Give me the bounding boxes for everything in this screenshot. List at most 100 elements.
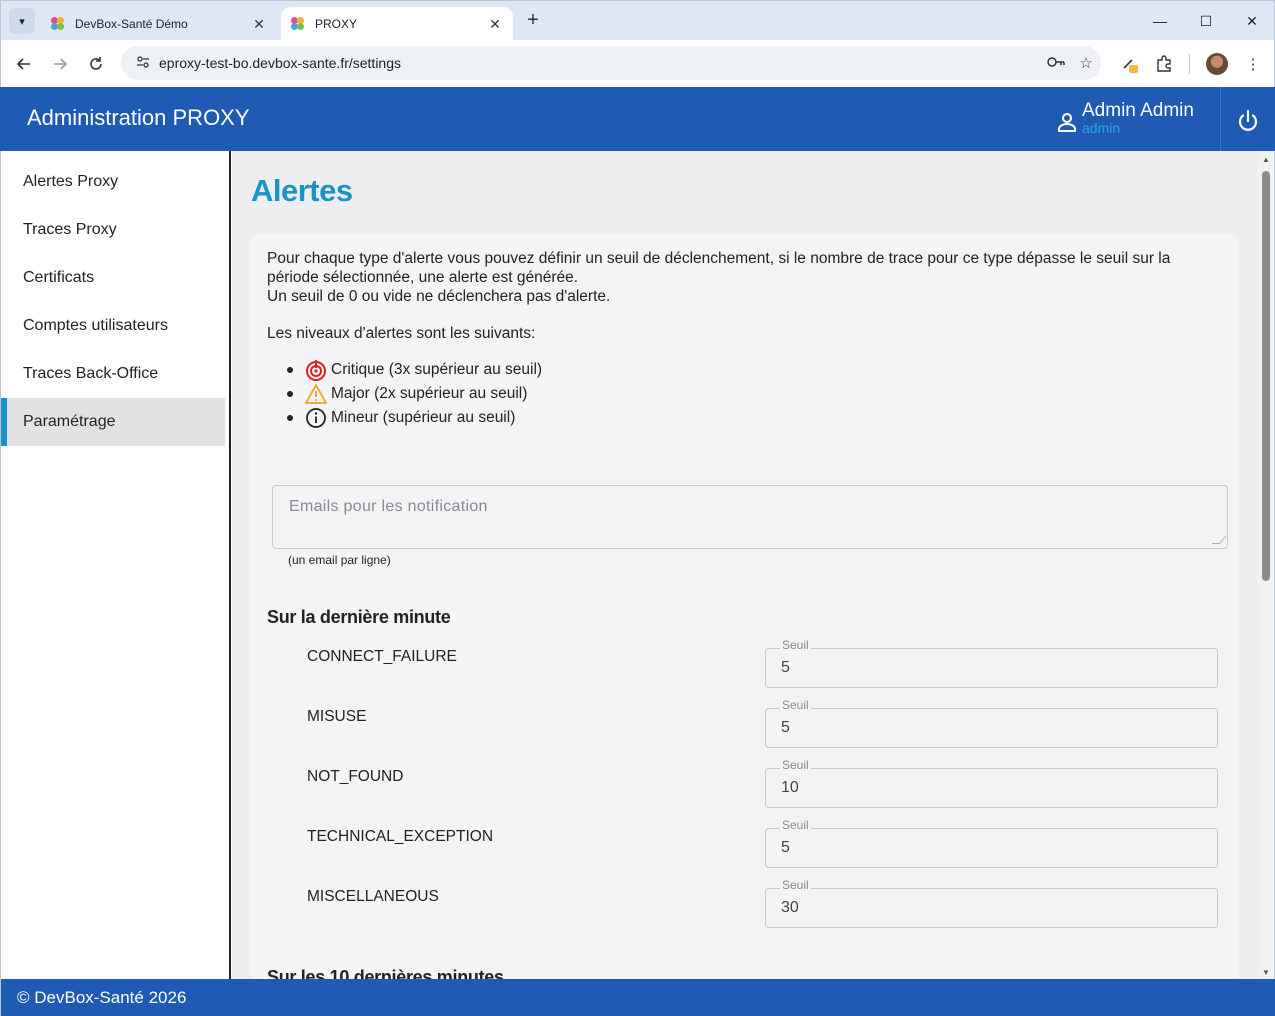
key-icon[interactable] <box>1041 55 1071 72</box>
bullet <box>287 367 293 373</box>
close-icon[interactable]: ✕ <box>487 16 503 33</box>
alert-levels-list: Critique (3x supérieur au seuil) Major (… <box>287 358 542 430</box>
seuil-caption: Seuil <box>780 878 811 892</box>
proxy-favicon-icon <box>291 17 305 31</box>
brush-icon[interactable] <box>1117 51 1143 77</box>
sidebar-item-certificats[interactable]: Certificats <box>1 254 225 302</box>
level-label: Critique (3x supérieur au seuil) <box>331 361 543 378</box>
intro-line: Un seuil de 0 ou vide ne déclenchera pas… <box>267 288 611 305</box>
sidebar-item-label: Traces Back-Office <box>23 365 159 382</box>
email-field-hint: (un email par ligne) <box>288 553 391 567</box>
footer-copyright: © DevBox-Santé 2026 <box>17 988 187 1007</box>
email-field-placeholder: Emails pour les notification <box>289 498 488 515</box>
seuil-caption: Seuil <box>780 758 811 772</box>
url-text[interactable]: eproxy-test-bo.devbox-sante.fr/settings <box>157 55 1041 71</box>
intro-text: Pour chaque type d'alerte vous pouvez dé… <box>267 249 1217 306</box>
puzzle-icon[interactable] <box>1151 51 1177 77</box>
section-title-last-10-minutes: Sur les 10 dernières minutes <box>267 967 504 979</box>
scroll-down-icon[interactable]: ▼ <box>1262 968 1270 977</box>
close-icon[interactable]: ✕ <box>251 16 267 33</box>
address-bar[interactable]: eproxy-test-bo.devbox-sante.fr/settings … <box>121 46 1101 80</box>
level-minor: Mineur (supérieur au seuil) <box>287 406 542 430</box>
intro-line: Pour chaque type d'alerte vous pouvez dé… <box>267 250 1171 286</box>
toolbar-divider <box>1189 54 1190 74</box>
bullet <box>287 391 293 397</box>
star-icon[interactable]: ☆ <box>1071 54 1101 72</box>
alert-type-label: TECHNICAL_EXCEPTION <box>307 828 494 845</box>
sidebar-item-parametrage[interactable]: Paramétrage <box>1 398 225 446</box>
chevron-down-icon[interactable]: ▾ <box>9 8 35 34</box>
browser-tab-bar: ▾ DevBox-Santé Démo ✕ PROXY ✕ + — ☐ ✕ <box>0 0 1275 41</box>
seuil-caption: Seuil <box>780 698 811 712</box>
sidebar-item-label: Alertes Proxy <box>23 173 119 190</box>
app-header: Administration PROXY Admin Admin admin <box>0 87 1275 151</box>
seuil-value[interactable]: 10 <box>781 779 799 797</box>
tune-icon[interactable] <box>129 55 157 72</box>
section-title-last-minute: Sur la dernière minute <box>267 607 451 627</box>
app-footer: © DevBox-Santé 2026 <box>0 979 1275 1016</box>
resize-handle-icon[interactable] <box>1211 536 1227 544</box>
browser-toolbar: eproxy-test-bo.devbox-sante.fr/settings … <box>0 40 1275 87</box>
main-content: Alertes Pour chaque type d'alerte vous p… <box>232 151 1258 979</box>
seuil-input[interactable]: Seuil 10 <box>765 758 1218 808</box>
header-divider <box>1220 87 1221 151</box>
level-label: Mineur (supérieur au seuil) <box>331 409 516 426</box>
seuil-caption: Seuil <box>780 818 811 832</box>
level-critical: Critique (3x supérieur au seuil) <box>287 358 542 382</box>
alert-type-label: MISCELLANEOUS <box>307 888 439 905</box>
sidebar-item-label: Traces Proxy <box>23 221 117 238</box>
seuil-value[interactable]: 5 <box>781 839 790 857</box>
tab-title: DevBox-Santé Démo <box>75 17 188 31</box>
sidebar-item-alertes-proxy[interactable]: Alertes Proxy <box>1 158 225 206</box>
sidebar-item-label: Comptes utilisateurs <box>23 317 168 334</box>
critical-target-icon <box>305 359 327 381</box>
alert-type-label: MISUSE <box>307 708 367 725</box>
info-circle-icon <box>305 407 327 429</box>
user-login: admin <box>1082 120 1121 136</box>
browser-tab-proxy[interactable]: PROXY ✕ <box>281 7 513 41</box>
arrow-right-icon[interactable] <box>47 51 73 77</box>
seuil-input[interactable]: Seuil 5 <box>765 638 1218 688</box>
kebab-menu-icon[interactable]: ⋮ <box>1240 51 1266 77</box>
alert-type-label: CONNECT_FAILURE <box>307 648 457 665</box>
devbox-favicon-icon <box>51 17 65 31</box>
levels-label: Les niveaux d'alertes sont les suivants: <box>267 325 536 342</box>
seuil-input[interactable]: Seuil 5 <box>765 698 1218 748</box>
sidebar-item-label: Certificats <box>23 269 95 286</box>
level-label: Major (2x supérieur au seuil) <box>331 385 528 402</box>
seuil-caption: Seuil <box>780 638 811 652</box>
scroll-up-icon[interactable]: ▲ <box>1262 155 1270 164</box>
page-title: Alertes <box>251 173 353 208</box>
app-title: Administration PROXY <box>27 105 250 130</box>
sidebar-item-traces-back-office[interactable]: Traces Back-Office <box>1 350 225 398</box>
seuil-value[interactable]: 30 <box>781 899 799 917</box>
sidebar-item-traces-proxy[interactable]: Traces Proxy <box>1 206 225 254</box>
scrollbar-thumb[interactable] <box>1262 171 1270 581</box>
page-scrollbar[interactable]: ▲ ▼ <box>1258 151 1275 979</box>
user-display-name: Admin Admin <box>1082 100 1194 121</box>
tab-title: PROXY <box>315 17 358 31</box>
seuil-value[interactable]: 5 <box>781 719 790 737</box>
seuil-input[interactable]: Seuil 30 <box>765 878 1218 928</box>
browser-tab-devbox[interactable]: DevBox-Santé Démo ✕ <box>41 7 277 41</box>
user-icon <box>1058 113 1076 132</box>
window-close-icon[interactable]: ✕ <box>1229 7 1275 35</box>
profile-avatar[interactable] <box>1206 53 1228 75</box>
alert-settings-card: Pour chaque type d'alerte vous pouvez dé… <box>251 233 1239 979</box>
sidebar-nav: Alertes Proxy Traces Proxy Certificats C… <box>0 151 231 979</box>
sidebar-item-label: Paramétrage <box>23 413 116 430</box>
alert-type-label: NOT_FOUND <box>307 768 404 785</box>
level-major: Major (2x supérieur au seuil) <box>287 382 542 406</box>
seuil-input[interactable]: Seuil 5 <box>765 818 1218 868</box>
reload-icon[interactable] <box>83 51 109 77</box>
bullet <box>287 415 293 421</box>
maximize-icon[interactable]: ☐ <box>1183 7 1229 35</box>
notification-emails-field[interactable]: Emails pour les notification <box>272 485 1228 549</box>
warning-triangle-icon <box>305 383 327 405</box>
arrow-left-icon[interactable] <box>11 51 37 77</box>
minimize-icon[interactable]: — <box>1137 7 1183 35</box>
sidebar-item-comptes-utilisateurs[interactable]: Comptes utilisateurs <box>1 302 225 350</box>
new-tab-plus-icon[interactable]: + <box>521 9 545 33</box>
seuil-value[interactable]: 5 <box>781 659 790 677</box>
power-icon[interactable] <box>1234 107 1262 135</box>
